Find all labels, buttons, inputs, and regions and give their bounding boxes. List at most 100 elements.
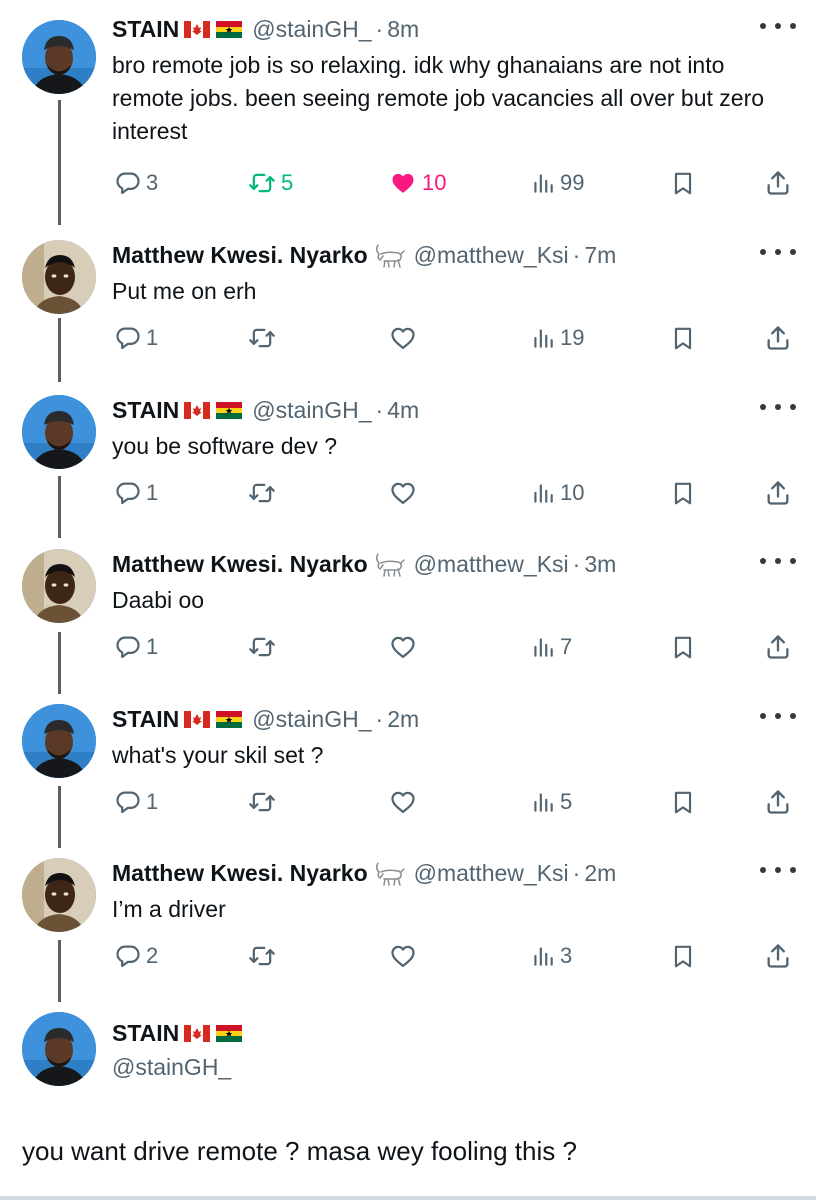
bookmark-icon — [670, 169, 696, 197]
views-icon — [530, 943, 556, 969]
reply-button[interactable]: 2 — [114, 936, 158, 976]
bookmark-button[interactable] — [670, 318, 696, 358]
avatar[interactable] — [22, 1012, 96, 1086]
separator-dot: · — [572, 241, 581, 268]
like-button[interactable] — [388, 936, 418, 976]
share-button[interactable] — [764, 627, 792, 667]
share-button[interactable] — [764, 318, 792, 358]
reply-button[interactable]: 1 — [114, 782, 158, 822]
tweet[interactable]: Matthew Kwesi. Nyarko @matthew_Ksi · 3m … — [0, 535, 816, 689]
user-handle[interactable]: @stainGH_ — [112, 1054, 231, 1081]
share-button[interactable] — [764, 936, 792, 976]
tweet-text: what's your skil set ? — [112, 742, 324, 768]
bookmark-button[interactable] — [670, 782, 696, 822]
avatar[interactable] — [22, 858, 96, 932]
tweet[interactable]: STAIN @stainGH_ · 4m you be software dev… — [0, 381, 816, 535]
avatar[interactable] — [22, 20, 96, 94]
avatar[interactable] — [22, 549, 96, 623]
timestamp[interactable]: 2m — [584, 860, 616, 887]
views-count: 3 — [560, 943, 573, 968]
share-icon — [764, 788, 792, 816]
retweet-icon — [247, 788, 277, 816]
bookmark-button[interactable] — [670, 936, 696, 976]
reply-button[interactable]: 1 — [114, 318, 158, 358]
bookmark-button[interactable] — [670, 163, 696, 203]
views-button[interactable]: 7 — [530, 627, 572, 667]
canada-flag-icon — [184, 1025, 210, 1042]
more-icon[interactable] — [760, 549, 796, 573]
like-button[interactable] — [388, 473, 418, 513]
retweet-button[interactable]: 5 — [247, 163, 293, 203]
canada-flag-icon — [184, 711, 210, 728]
views-button[interactable]: 3 — [530, 936, 572, 976]
timestamp[interactable]: 7m — [584, 242, 616, 269]
avatar[interactable] — [22, 240, 96, 314]
timestamp[interactable]: 3m — [584, 551, 616, 578]
more-icon[interactable] — [760, 704, 796, 728]
like-button[interactable] — [388, 318, 418, 358]
like-button[interactable] — [388, 782, 418, 822]
user-handle[interactable]: @matthew_Ksi — [414, 551, 569, 578]
like-button[interactable] — [388, 627, 418, 667]
reply-button[interactable]: 3 — [114, 163, 158, 203]
display-name[interactable]: STAIN — [112, 706, 179, 733]
retweet-button[interactable] — [247, 473, 277, 513]
views-button[interactable]: 19 — [530, 318, 584, 358]
display-name[interactable]: STAIN — [112, 1020, 179, 1047]
bookmark-button[interactable] — [670, 627, 696, 667]
avatar-image — [22, 240, 96, 314]
display-name[interactable]: STAIN — [112, 16, 179, 43]
views-button[interactable]: 10 — [530, 473, 584, 513]
more-icon[interactable] — [760, 240, 796, 264]
views-count: 5 — [560, 789, 573, 814]
timestamp[interactable]: 8m — [387, 16, 419, 43]
ghana-flag-icon — [216, 402, 242, 419]
reply-button[interactable]: 1 — [114, 473, 158, 513]
share-icon — [764, 479, 792, 507]
tweet[interactable]: STAIN @stainGH_ · 2m what's your skil se… — [0, 690, 816, 844]
avatar[interactable] — [22, 395, 96, 469]
user-handle[interactable]: @stainGH_ — [252, 706, 371, 733]
bookmark-icon — [670, 942, 696, 970]
views-button[interactable]: 5 — [530, 782, 572, 822]
more-icon[interactable] — [760, 858, 796, 882]
user-handle[interactable]: @matthew_Ksi — [414, 860, 569, 887]
display-name[interactable]: Matthew Kwesi. Nyarko — [112, 860, 368, 887]
like-button[interactable]: 10 — [388, 163, 446, 203]
user-handle[interactable]: @stainGH_ — [252, 16, 371, 43]
name-flags — [184, 711, 242, 728]
more-icon[interactable] — [760, 395, 796, 419]
timestamp[interactable]: 4m — [387, 397, 419, 424]
tweet-text: Daabi oo — [112, 587, 205, 613]
tweet-text: you want drive remote ? masa wey fooling… — [22, 1136, 577, 1166]
share-button[interactable] — [764, 163, 792, 203]
display-name[interactable]: STAIN — [112, 397, 179, 424]
tweet[interactable]: Matthew Kwesi. Nyarko @matthew_Ksi · 7m … — [0, 226, 816, 380]
retweet-icon — [247, 942, 277, 970]
tweet[interactable]: STAIN @stainGH_ · 8m bro remote job is s… — [0, 0, 816, 195]
views-count: 99 — [560, 170, 585, 195]
retweet-button[interactable] — [247, 318, 277, 358]
reply-button[interactable]: 1 — [114, 627, 158, 667]
avatar[interactable] — [22, 704, 96, 778]
more-icon[interactable] — [760, 14, 796, 38]
user-handle[interactable]: @matthew_Ksi — [414, 242, 569, 269]
tweet[interactable]: Matthew Kwesi. Nyarko @matthew_Ksi · 2m … — [0, 844, 816, 998]
bookmark-button[interactable] — [670, 473, 696, 513]
share-icon — [764, 942, 792, 970]
views-button[interactable]: 99 — [530, 163, 584, 203]
heart-icon — [388, 324, 418, 352]
retweet-button[interactable] — [247, 936, 277, 976]
timestamp[interactable]: 2m — [387, 706, 419, 733]
action-bar: 1 10 — [0, 473, 816, 513]
user-handle[interactable]: @stainGH_ — [252, 397, 371, 424]
display-name[interactable]: Matthew Kwesi. Nyarko — [112, 551, 368, 578]
retweet-count: 5 — [281, 170, 294, 195]
share-button[interactable] — [764, 473, 792, 513]
focused-tweet[interactable]: STAIN @stainGH_ — [0, 998, 816, 1198]
retweet-button[interactable] — [247, 782, 277, 822]
display-name[interactable]: Matthew Kwesi. Nyarko — [112, 242, 368, 269]
share-button[interactable] — [764, 782, 792, 822]
heart-icon — [388, 942, 418, 970]
retweet-button[interactable] — [247, 627, 277, 667]
